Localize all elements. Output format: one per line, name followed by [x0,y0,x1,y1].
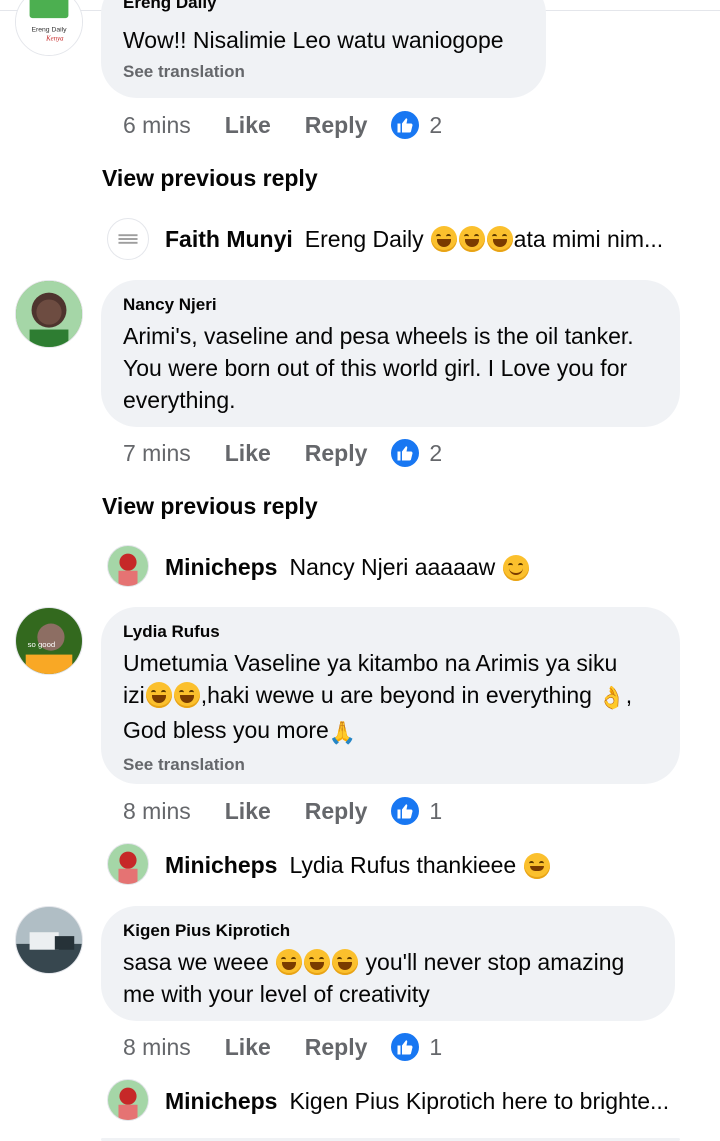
comment-actions: 8 mins Like Reply 1 [123,1029,442,1065]
avatar[interactable] [15,906,83,974]
reply-row[interactable]: Faith Munyi Ereng Daily ata mimi nim... [165,226,690,253]
folded-hands-icon: 🙏 [328,720,357,745]
comment-text: Wow!! Nisalimie Leo watu waniogope [123,27,504,53]
comment-text-line: God bless you more🙏 [123,717,357,745]
comment-text-line: sasa we weee you'll never stop amazing [123,949,625,975]
tears-of-joy-icon [486,226,513,252]
comment-text-line: izi ,haki wewe u are beyond in everything… [123,682,633,710]
avatar[interactable]: Ereng Daily Kenya [15,0,83,56]
comment-author[interactable]: Lydia Rufus [123,621,658,643]
tears-of-joy-icon [173,682,200,708]
tears-of-joy-icon [458,226,485,252]
like-button[interactable]: Like [225,112,271,139]
ok-hand-icon: 👌 [598,685,626,710]
tears-of-joy-icon [430,226,457,252]
comment-time[interactable]: 8 mins [123,798,191,825]
svg-text:Kenya: Kenya [45,35,64,42]
comment-author[interactable]: Ereng Daily [123,0,524,14]
thumbs-up-icon[interactable] [389,437,422,469]
comment-time[interactable]: 8 mins [123,1034,191,1061]
view-previous-reply[interactable]: View previous reply [102,493,318,520]
comment-actions: 8 mins Like Reply 1 [123,793,442,829]
comment-bubble[interactable]: Nancy Njeri Arimi's, vaseline and pesa w… [101,280,680,427]
reply-text: ata mimi nim... [513,226,664,252]
thumbs-up-icon[interactable] [389,1031,422,1063]
like-button[interactable]: Like [225,798,271,825]
reply-row[interactable]: Minicheps Nancy Njeri aaaaaw [165,554,690,581]
comment-actions: 6 mins Like Reply 2 [123,107,442,143]
see-translation-link[interactable]: See translation [123,62,524,82]
comment-author[interactable]: Nancy Njeri [123,294,658,316]
like-count[interactable]: 2 [429,112,442,139]
reply-author[interactable]: Minicheps [165,852,277,879]
reply-row[interactable]: Minicheps Kigen Pius Kiprotich here to b… [165,1088,690,1115]
reply-text: Nancy Njeri aaaaaw [289,554,496,580]
comment-author[interactable]: Kigen Pius Kiprotich [123,920,653,942]
reply-button[interactable]: Reply [305,440,368,467]
tears-of-joy-icon [332,949,359,975]
comment-text-line: You were born out of this world girl. I … [123,355,628,381]
reply-button[interactable]: Reply [305,1034,368,1061]
smiling-face-icon [503,554,530,581]
comment-text-line: me with your level of creativity [123,981,430,1007]
reply-author[interactable]: Minicheps [165,554,277,581]
avatar[interactable] [107,545,149,587]
comment-text-line: everything. [123,387,236,413]
like-count[interactable]: 2 [429,440,442,467]
tears-of-joy-icon [276,949,303,975]
tears-of-joy-icon [304,949,331,975]
svg-text:so good: so good [28,640,56,649]
avatar[interactable] [107,1079,149,1121]
comment-actions: 7 mins Like Reply 2 [123,435,442,471]
reply-text: Ereng Daily [304,226,424,252]
reply-text: Lydia Rufus thankieee [289,852,517,878]
comment-bubble[interactable]: Lydia Rufus Umetumia Vaseline ya kitambo… [101,607,680,784]
avatar[interactable] [107,218,149,260]
hugging-face-icon [524,852,551,879]
avatar[interactable] [107,843,149,885]
like-button[interactable]: Like [225,1034,271,1061]
reply-author[interactable]: Faith Munyi [165,226,293,253]
see-translation-link[interactable]: See translation [123,755,658,775]
comment-bubble[interactable]: Ereng Daily Wow!! Nisalimie Leo watu wan… [101,0,546,98]
view-previous-reply[interactable]: View previous reply [102,165,318,192]
comment-time[interactable]: 6 mins [123,112,191,139]
reply-button[interactable]: Reply [305,798,368,825]
tears-of-joy-icon [145,682,172,708]
avatar[interactable] [15,280,83,348]
like-count[interactable]: 1 [429,798,442,825]
reply-row[interactable]: Minicheps Lydia Rufus thankieee [165,852,690,879]
comment-bubble[interactable]: Kigen Pius Kiprotich sasa we weee you'll… [101,906,675,1021]
comment-time[interactable]: 7 mins [123,440,191,467]
thumbs-up-icon[interactable] [389,795,422,827]
reply-button[interactable]: Reply [305,112,368,139]
like-count[interactable]: 1 [429,1034,442,1061]
reply-text: Kigen Pius Kiprotich here to brighte... [289,1088,670,1114]
comment-text-line: Arimi's, vaseline and pesa wheels is the… [123,323,634,349]
avatar[interactable]: so good [15,607,83,675]
reply-author[interactable]: Minicheps [165,1088,277,1115]
svg-text:Ereng Daily: Ereng Daily [31,27,67,34]
comment-text-line: Umetumia Vaseline ya kitambo na Arimis y… [123,650,618,676]
thumbs-up-icon[interactable] [389,109,422,141]
like-button[interactable]: Like [225,440,271,467]
